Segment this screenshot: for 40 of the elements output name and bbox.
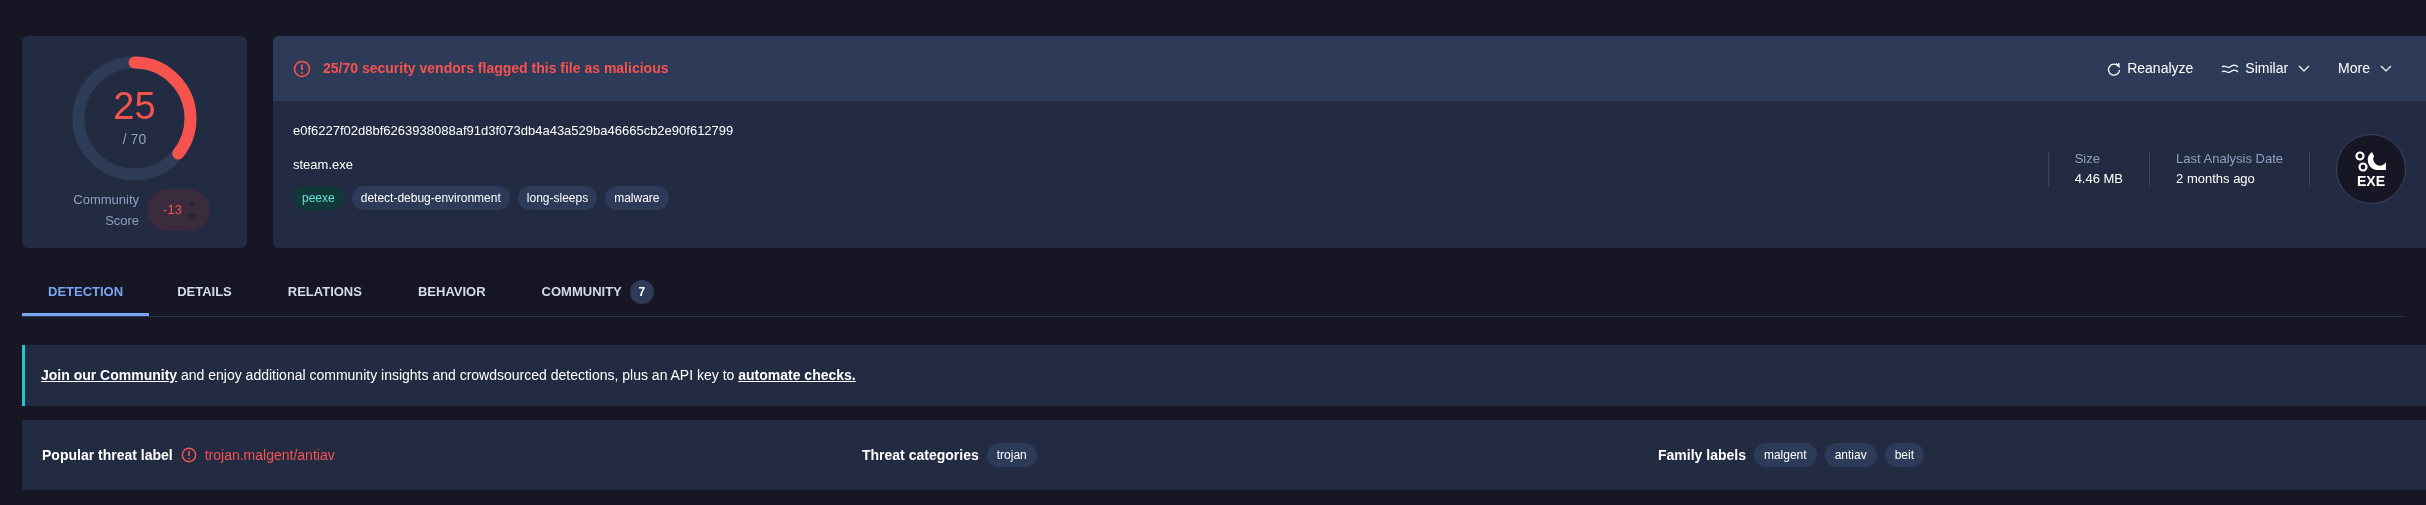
stat-label: Size bbox=[2074, 150, 2101, 168]
threat-categories-title: Threat categories bbox=[862, 445, 979, 465]
banner-text: Join our Community and enjoy additional community insights and crowdsourced detections, plus an API key to automate checks. bbox=[41, 366, 856, 385]
file-hash: e0f6227f02d8bf6263938088af91d3f073db4a43a529ba46665cb2e90f612799 bbox=[293, 122, 734, 140]
alert-message: 25/70 security vendors flagged this file as malicious bbox=[323, 59, 669, 78]
tab[interactable]: DETECTION bbox=[22, 271, 150, 316]
detection-count: 25 bbox=[113, 87, 156, 125]
toolbar-button[interactable]: More bbox=[2338, 58, 2392, 79]
stat-value: 2 months ago bbox=[2176, 169, 2256, 188]
caret-icon[interactable] bbox=[2380, 64, 2392, 73]
tag[interactable]: long-sleeps bbox=[517, 186, 598, 210]
threat-label-value: trojan.malgent/antiav bbox=[204, 445, 335, 465]
tag[interactable]: detect-debug-environment bbox=[351, 186, 510, 210]
stat-label: Last Analysis Date bbox=[2176, 150, 2283, 168]
tab[interactable]: COMMUNITY 7 bbox=[513, 271, 682, 316]
tab[interactable]: RELATIONS bbox=[259, 271, 390, 316]
toolbar-button[interactable]: Similar bbox=[2221, 58, 2311, 79]
tab[interactable]: DETAILS bbox=[149, 271, 260, 316]
community-score-value: -13 bbox=[163, 201, 182, 220]
file-name: steam.exe bbox=[293, 155, 354, 174]
toolbar-button[interactable]: Reanalyze bbox=[2107, 58, 2194, 79]
reload-icon[interactable] bbox=[2107, 61, 2122, 76]
family-labels-title: Family labels bbox=[1658, 445, 1746, 465]
label-tag[interactable]: beit bbox=[1884, 443, 1925, 467]
file-type-icon: EXE bbox=[2336, 133, 2406, 204]
waves-icon[interactable] bbox=[2221, 62, 2240, 75]
tag[interactable]: malware bbox=[605, 186, 669, 210]
caret-icon[interactable] bbox=[2298, 64, 2311, 73]
label-tag[interactable]: antiav bbox=[1824, 443, 1877, 467]
tab[interactable]: BEHAVIOR bbox=[389, 271, 514, 316]
tag[interactable]: peexe bbox=[293, 186, 344, 210]
count-badge: 7 bbox=[629, 280, 654, 304]
label-tag[interactable]: trojan bbox=[986, 443, 1037, 467]
community-score-label: Community Score bbox=[72, 191, 140, 230]
detection-total: / 70 bbox=[122, 130, 147, 149]
label-tag[interactable]: malgent bbox=[1753, 443, 1817, 467]
alert-icon bbox=[293, 59, 311, 78]
alert-icon bbox=[180, 447, 197, 463]
stat-value: 4.46 MB bbox=[2074, 169, 2124, 188]
threat-label-title: Popular threat label bbox=[42, 445, 173, 465]
